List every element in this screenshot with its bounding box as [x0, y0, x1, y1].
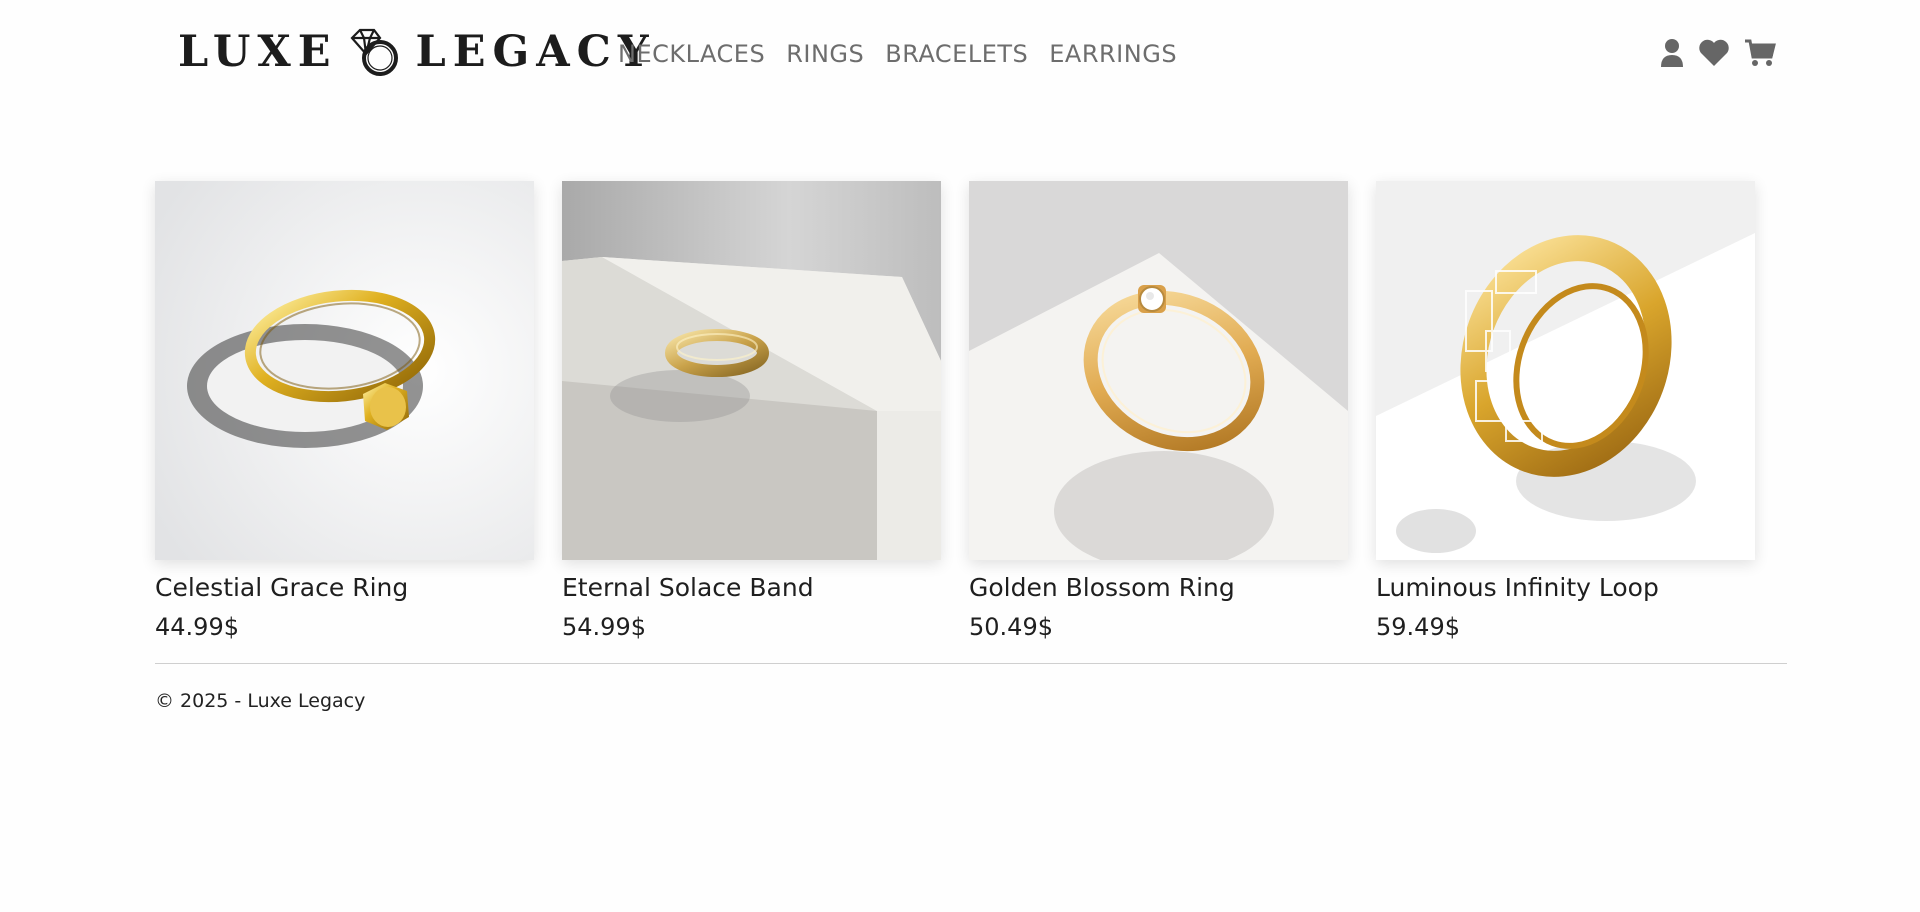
user-icon[interactable] [1660, 38, 1684, 73]
site-header: LUXE LEGACY NECKLACES RINGS BRACELETS EA… [0, 0, 1920, 112]
product-price: 44.99$ [155, 613, 239, 641]
product-image[interactable] [969, 181, 1348, 560]
diamond-ring-icon [350, 28, 398, 76]
nav-item-earrings[interactable]: EARRINGS [1049, 40, 1177, 68]
product-name[interactable]: Celestial Grace Ring [155, 573, 534, 602]
product-name[interactable]: Eternal Solace Band [562, 573, 941, 602]
product-price: 50.49$ [969, 613, 1053, 641]
cart-icon[interactable] [1744, 38, 1776, 73]
product-name[interactable]: Golden Blossom Ring [969, 573, 1348, 602]
nav-item-rings[interactable]: RINGS [786, 40, 864, 68]
product-image[interactable] [1376, 181, 1755, 560]
brand-logo[interactable]: LUXE LEGACY [178, 22, 656, 82]
product-name[interactable]: Luminous Infinity Loop [1376, 573, 1755, 602]
product-grid: Celestial Grace Ring 44.99$ Eternal Sola… [155, 181, 1755, 641]
nav-item-bracelets[interactable]: BRACELETS [885, 40, 1028, 68]
nav-item-necklaces[interactable]: NECKLACES [618, 40, 765, 68]
product-card[interactable]: Celestial Grace Ring 44.99$ [155, 181, 534, 641]
brand-name-left: LUXE [178, 27, 338, 77]
product-card[interactable]: Luminous Infinity Loop 59.49$ [1376, 181, 1755, 641]
product-image[interactable] [155, 181, 534, 560]
main-nav: NECKLACES RINGS BRACELETS EARRINGS [618, 40, 1198, 68]
product-price: 59.49$ [1376, 613, 1460, 641]
product-image[interactable] [562, 181, 941, 560]
header-icons [1660, 38, 1776, 73]
footer-divider [155, 663, 1787, 664]
product-card[interactable]: Golden Blossom Ring 50.49$ [969, 181, 1348, 641]
product-price: 54.99$ [562, 613, 646, 641]
footer-copyright: © 2025 - Luxe Legacy [155, 690, 366, 712]
heart-icon[interactable] [1698, 39, 1730, 72]
product-card[interactable]: Eternal Solace Band 54.99$ [562, 181, 941, 641]
